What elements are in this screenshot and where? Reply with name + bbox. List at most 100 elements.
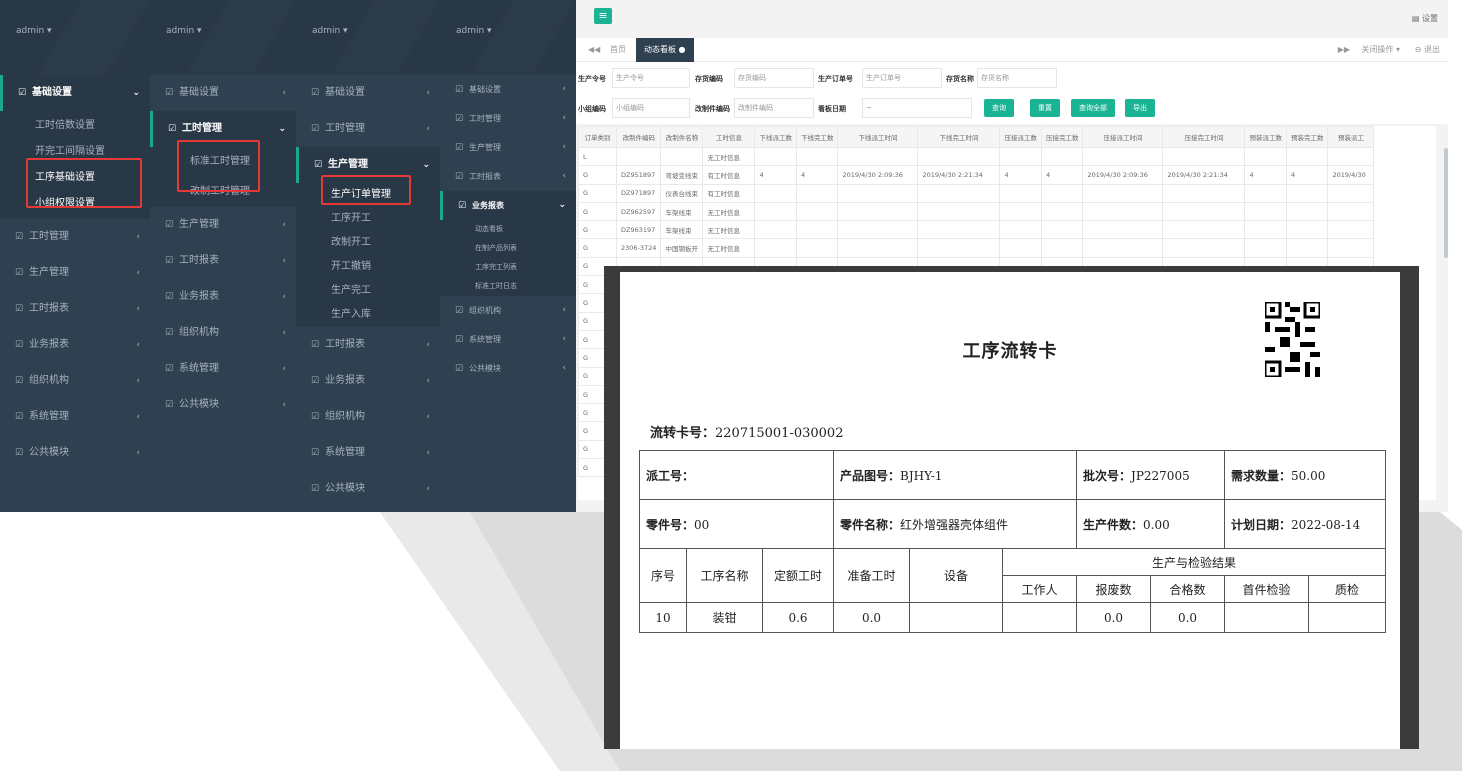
sidebar-item-1[interactable]: ☑ 基础设置 ⌄ <box>0 75 150 111</box>
sidebar-item-4[interactable]: ☑ 工时报表 ‹ <box>150 243 296 279</box>
sidebar-panel4: admin ▾ ☑ 基础设置 ‹ ☑ 工时管理 ‹ ☑ 生产管理 ‹ ☑ 工时报表 ‹ ☑ 业务报表 ⌄ 动态看… <box>440 0 576 512</box>
column-header[interactable]: 预装派工 <box>1327 126 1375 148</box>
sidebar-item-7[interactable]: ☑ 系统管理 ‹ <box>440 325 576 354</box>
table-row[interactable]: G 2306-3724 中国钢板开 无工时信息 <box>578 238 1375 258</box>
sidebar-item-8[interactable]: ☑ 公共模块 ‹ <box>0 435 150 471</box>
board-date-input[interactable]: ~ <box>862 98 972 118</box>
order-number-input[interactable]: 生产订单号 <box>862 68 942 88</box>
sidebar-item-1[interactable]: ☑ 基础设置 ‹ <box>150 75 296 111</box>
column-header[interactable]: 压接完工时间 <box>1162 126 1246 148</box>
sidebar-item-2[interactable]: ☑ 工时管理 ‹ <box>296 111 440 147</box>
export-button[interactable]: 导出 <box>1125 99 1155 117</box>
table-row[interactable]: G DZ951897 弯坡变线束 有工时信息 4 4 2019/4/30 2:09:36 20… <box>578 165 1375 185</box>
sidebar-item-7[interactable]: ☑ 系统管理 ‹ <box>150 351 296 387</box>
sidebar-item-5[interactable]: ☑ 业务报表 ⌄ <box>440 191 576 220</box>
query-all-button[interactable]: 查询全部 <box>1071 99 1115 117</box>
reset-button[interactable]: 重置 <box>1030 99 1060 117</box>
user-dropdown[interactable]: admin ▾ <box>440 0 576 75</box>
modified-part-input[interactable]: 改制件编码 <box>734 98 814 118</box>
column-header[interactable]: 订单类别 <box>578 126 617 148</box>
sidebar-subitem[interactable]: 在制产品列表 <box>440 239 576 258</box>
edit-icon: ☑ <box>165 220 174 230</box>
sidebar-item-label: 公共模块 <box>469 364 501 373</box>
highlight-box-panel1 <box>26 158 142 208</box>
edit-icon: ☑ <box>311 88 320 98</box>
sidebar-item-5[interactable]: ☑ 业务报表 ‹ <box>0 327 150 363</box>
sidebar-item-6[interactable]: ☑ 组织机构 ‹ <box>440 296 576 325</box>
card-header: 工作人 <box>1002 575 1077 603</box>
sidebar-item-2[interactable]: ☑ 工时管理 ‹ <box>440 104 576 133</box>
column-header[interactable]: 改制件名称 <box>660 126 704 148</box>
card-header: 工序名称 <box>686 548 763 603</box>
sidebar-subitem[interactable]: 工时倍数设置 <box>0 113 150 139</box>
inventory-name-input[interactable]: 存货名称 <box>977 68 1057 88</box>
sidebar-subitem[interactable]: 标准工时日志 <box>440 277 576 296</box>
group-code-input[interactable]: 小组编码 <box>612 98 690 118</box>
sidebar-subitem[interactable]: 工序完工列表 <box>440 258 576 277</box>
column-header[interactable]: 下线派工时间 <box>837 126 919 148</box>
column-header[interactable]: 预装派工数 <box>1244 126 1287 148</box>
table-cell <box>1040 146 1084 167</box>
sidebar-subitem[interactable]: 生产完工 <box>296 279 440 303</box>
sidebar-item-4[interactable]: ☑ 工时报表 ‹ <box>0 291 150 327</box>
sidebar-subitem[interactable]: 生产入库 <box>296 303 440 327</box>
table-row[interactable]: G DZ962597 车架线束 无工时信息 <box>578 201 1375 222</box>
sidebar-item-8[interactable]: ☑ 公共模块 ‹ <box>296 471 440 507</box>
sidebar-item-3[interactable]: ☑ 生产管理 ‹ <box>0 255 150 291</box>
sidebar-subitem[interactable]: 开工撤销 <box>296 255 440 279</box>
sidebar-item-3[interactable]: ☑ 生产管理 ‹ <box>150 207 296 243</box>
sidebar-subitem[interactable]: 动态看板 <box>440 220 576 239</box>
table-cell: 2019/4/30 2:21:34 <box>917 165 1001 185</box>
user-dropdown[interactable]: admin ▾ <box>0 0 150 75</box>
sidebar-item-4[interactable]: ☑ 工时报表 ‹ <box>440 162 576 191</box>
table-scrollbar[interactable] <box>1444 148 1448 258</box>
user-dropdown[interactable]: admin ▾ <box>150 0 296 75</box>
menu-toggle-button[interactable]: ≡ <box>594 8 612 24</box>
sidebar-subitem[interactable]: 改制开工 <box>296 231 440 255</box>
column-header[interactable]: 压接派工数 <box>999 126 1042 148</box>
column-header[interactable]: 压接派工时间 <box>1082 126 1164 148</box>
column-header[interactable]: 下线完工数 <box>795 126 839 148</box>
query-button[interactable]: 查询 <box>984 99 1014 117</box>
sidebar-item-6[interactable]: ☑ 组织机构 ‹ <box>0 363 150 399</box>
sidebar-item-5[interactable]: ☑ 业务报表 ‹ <box>296 363 440 399</box>
sidebar-item-label: 公共模块 <box>179 399 219 410</box>
sidebar-item-7[interactable]: ☑ 系统管理 ‹ <box>0 399 150 435</box>
production-order-input[interactable]: 生产令号 <box>612 68 690 88</box>
sidebar-item-2[interactable]: ☑ 工时管理 ‹ <box>0 219 150 255</box>
column-header[interactable]: 改制件编码 <box>615 126 662 148</box>
sidebar-subitem[interactable]: 工序开工 <box>296 207 440 231</box>
column-header[interactable]: 下线派工数 <box>754 126 797 148</box>
sidebar-item-1[interactable]: ☑ 基础设置 ‹ <box>440 75 576 104</box>
column-header[interactable]: 压接完工数 <box>1040 126 1084 148</box>
card-cell: 0.6 <box>762 602 834 633</box>
tab-dashboard[interactable]: 动态看板 ● <box>636 38 694 62</box>
user-dropdown[interactable]: admin ▾ <box>296 0 440 75</box>
settings-link[interactable]: ▤ 设置 <box>1412 13 1438 24</box>
sidebar-item-8[interactable]: ☑ 公共模块 ‹ <box>150 387 296 423</box>
sidebar-item-6[interactable]: ☑ 组织机构 ‹ <box>296 399 440 435</box>
table-row[interactable]: G DZ963197 车架线束 无工时信息 <box>578 220 1375 240</box>
sidebar-item-3[interactable]: ☑ 生产管理 ‹ <box>440 133 576 162</box>
table-cell: 无工时信息 <box>702 201 756 222</box>
logout-button[interactable]: ⊖ 退出 <box>1407 38 1448 62</box>
inventory-code-input[interactable]: 存货编码 <box>734 68 814 88</box>
sidebar-item-label: 业务报表 <box>325 375 365 386</box>
column-header[interactable]: 预装完工数 <box>1285 126 1329 148</box>
tab-home[interactable]: 首页 <box>602 38 634 62</box>
column-header[interactable]: 下线完工时间 <box>917 126 1001 148</box>
sidebar-item-8[interactable]: ☑ 公共模块 ‹ <box>440 354 576 383</box>
card-cell: 10 <box>639 602 687 633</box>
sidebar-item-4[interactable]: ☑ 工时报表 ‹ <box>296 327 440 363</box>
chevron-left-icon: ‹ <box>136 412 140 422</box>
card-field-value: 红外增强器壳体组件 <box>900 517 1009 532</box>
sidebar-item-1[interactable]: ☑ 基础设置 ‹ <box>296 75 440 111</box>
column-header[interactable]: 工时信息 <box>702 126 756 148</box>
close-operations-dropdown[interactable]: 关闭操作 ▾ <box>1353 38 1408 62</box>
sidebar-item-6[interactable]: ☑ 组织机构 ‹ <box>150 315 296 351</box>
table-row[interactable]: L 无工时信息 <box>578 146 1375 167</box>
sidebar-item-5[interactable]: ☑ 业务报表 ‹ <box>150 279 296 315</box>
sidebar-item-7[interactable]: ☑ 系统管理 ‹ <box>296 435 440 471</box>
table-row[interactable]: G DZ971897 仪表台线束 有工时信息 <box>578 183 1375 203</box>
edit-icon: ☑ <box>165 400 174 410</box>
